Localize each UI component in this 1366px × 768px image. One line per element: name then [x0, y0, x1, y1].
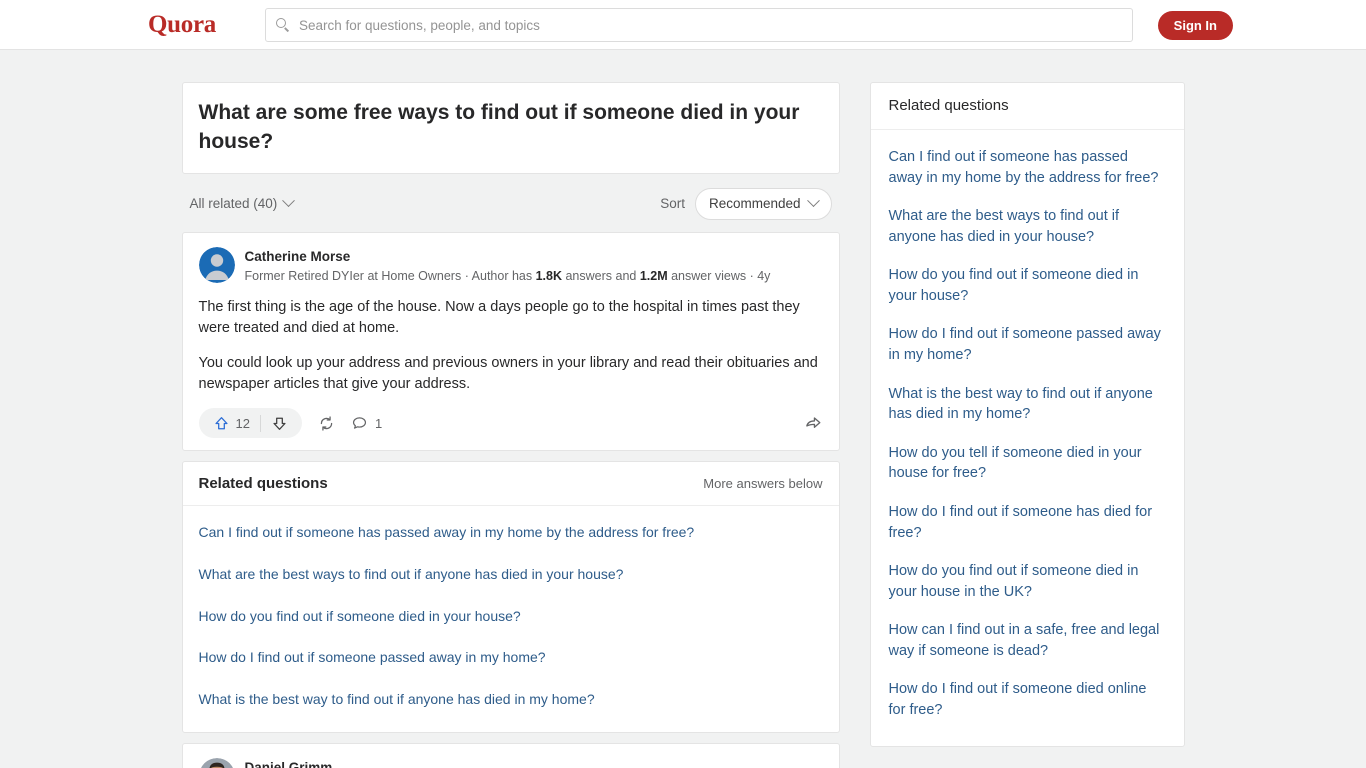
related-questions-inline-header: Related questions More answers below [182, 462, 839, 507]
author-meta: Catherine Morse Former Retired DYIer at … [245, 247, 771, 286]
sidebar-header: Related questions [870, 83, 1184, 130]
all-related-label: All related (40) [189, 196, 278, 212]
related-questions-sidebar-card: Related questions Can I find out if some… [869, 82, 1185, 747]
list-item[interactable]: How do I find out if someone passed away… [199, 637, 823, 679]
share-icon [805, 417, 820, 428]
views-count: 1.2M [639, 269, 668, 284]
sidebar-item-8[interactable]: How can I find out in a safe, free and l… [889, 611, 1166, 670]
chevron-down-icon [282, 194, 296, 208]
question-card: What are some free ways to find out if s… [181, 82, 840, 174]
author-has-label: Author has [471, 269, 536, 284]
avatar[interactable] [198, 758, 235, 768]
vote-pill: 12 [198, 408, 302, 439]
search-input[interactable] [299, 17, 1122, 33]
list-item[interactable]: What is the best way to find out if anyo… [199, 679, 823, 721]
page-body: What are some free ways to find out if s… [0, 50, 1366, 768]
list-item[interactable]: Can I find out if someone has passed awa… [199, 512, 823, 554]
answer-content: Daniel Grimm Death, Dying, and Reading E… [183, 744, 839, 768]
answer-views-label: answer views [667, 269, 747, 284]
sidebar: Related questions Can I find out if some… [869, 82, 1185, 768]
upvote-button[interactable]: 12 [203, 408, 260, 438]
answer-card: Daniel Grimm Death, Dying, and Reading E… [181, 743, 840, 768]
repost-icon [320, 416, 333, 431]
downvote-button[interactable] [261, 408, 298, 438]
answer-actions: 12 1 [198, 408, 823, 440]
author-name[interactable]: Daniel Grimm [245, 759, 751, 768]
related-questions-inline-title: Related questions [198, 475, 328, 493]
author-credential: Former Retired DYIer at Home Owners · Au… [245, 267, 771, 286]
site-header: Quora Sign In [0, 0, 1366, 50]
avatar[interactable] [198, 246, 235, 283]
upvote-count: 12 [235, 415, 250, 431]
sidebar-list: Can I find out if someone has passed awa… [871, 130, 1184, 746]
comment-button[interactable]: 1 [351, 415, 382, 432]
more-answers-below-label: More answers below [703, 476, 823, 492]
comment-count: 1 [374, 415, 383, 431]
answer-paragraph: You could look up your address and previ… [198, 354, 818, 392]
main-column: What are some free ways to find out if s… [181, 82, 840, 768]
sidebar-item-0[interactable]: Can I find out if someone has passed awa… [889, 138, 1166, 197]
share-button[interactable] [804, 414, 823, 433]
answers-count: 1.8K [535, 269, 562, 284]
related-questions-inline-card: Related questions More answers below Can… [181, 461, 840, 734]
comment-icon [352, 417, 367, 429]
chevron-down-icon [806, 194, 820, 208]
sep: · [746, 269, 758, 284]
sidebar-title: Related questions [888, 97, 1009, 114]
sep: · [461, 269, 472, 284]
related-questions-inline-list: Can I find out if someone has passed awa… [183, 506, 839, 732]
sidebar-item-9[interactable]: How do I find out if someone died online… [889, 670, 1166, 729]
all-related-dropdown[interactable]: All related (40) [189, 194, 296, 212]
author-row: Catherine Morse Former Retired DYIer at … [198, 246, 823, 286]
credential-text: Former Retired DYIer at Home Owners [244, 269, 462, 284]
author-meta: Daniel Grimm Death, Dying, and Reading E… [245, 758, 751, 768]
sort-value: Recommended [708, 196, 801, 212]
answer-card: Catherine Morse Former Retired DYIer at … [181, 231, 840, 452]
search-icon [276, 18, 290, 32]
search-bar[interactable] [265, 8, 1133, 42]
page-title: What are some free ways to find out if s… [198, 101, 800, 153]
answer-body: The first thing is the age of the house.… [199, 297, 823, 395]
sidebar-item-5[interactable]: How do you tell if someone died in your … [889, 434, 1166, 493]
upvote-icon [214, 416, 228, 430]
answer-content: Catherine Morse Former Retired DYIer at … [183, 233, 839, 450]
sidebar-item-6[interactable]: How do I find out if someone has died fo… [889, 493, 1166, 552]
answer-filter-bar: All related (40) Sort Recommended [182, 174, 840, 232]
repost-button[interactable] [318, 415, 335, 432]
sort-label: Sort [660, 196, 685, 212]
sidebar-item-4[interactable]: What is the best way to find out if anyo… [889, 375, 1166, 434]
quora-logo[interactable]: Quora [148, 11, 216, 39]
list-item[interactable]: What are the best ways to find out if an… [199, 554, 823, 596]
answer-paragraph: The first thing is the age of the house.… [198, 298, 800, 336]
answer-actions-left: 12 1 [198, 408, 382, 439]
author-row: Daniel Grimm Death, Dying, and Reading E… [198, 758, 823, 768]
sign-in-button[interactable]: Sign In [1157, 11, 1233, 40]
sidebar-item-3[interactable]: How do I find out if someone passed away… [889, 315, 1166, 374]
answers-and-label: answers and [562, 269, 640, 284]
sidebar-item-2[interactable]: How do you find out if someone died in y… [889, 256, 1166, 315]
sidebar-item-7[interactable]: How do you find out if someone died in y… [889, 552, 1166, 611]
sort-dropdown[interactable]: Recommended [694, 187, 832, 220]
downvote-icon [273, 417, 286, 430]
sort-control: Sort Recommended [660, 187, 832, 220]
sidebar-item-1[interactable]: What are the best ways to find out if an… [889, 197, 1166, 256]
list-item[interactable]: How do you find out if someone died in y… [199, 596, 823, 638]
author-name[interactable]: Catherine Morse [245, 248, 771, 266]
answer-age: 4y [757, 269, 771, 284]
